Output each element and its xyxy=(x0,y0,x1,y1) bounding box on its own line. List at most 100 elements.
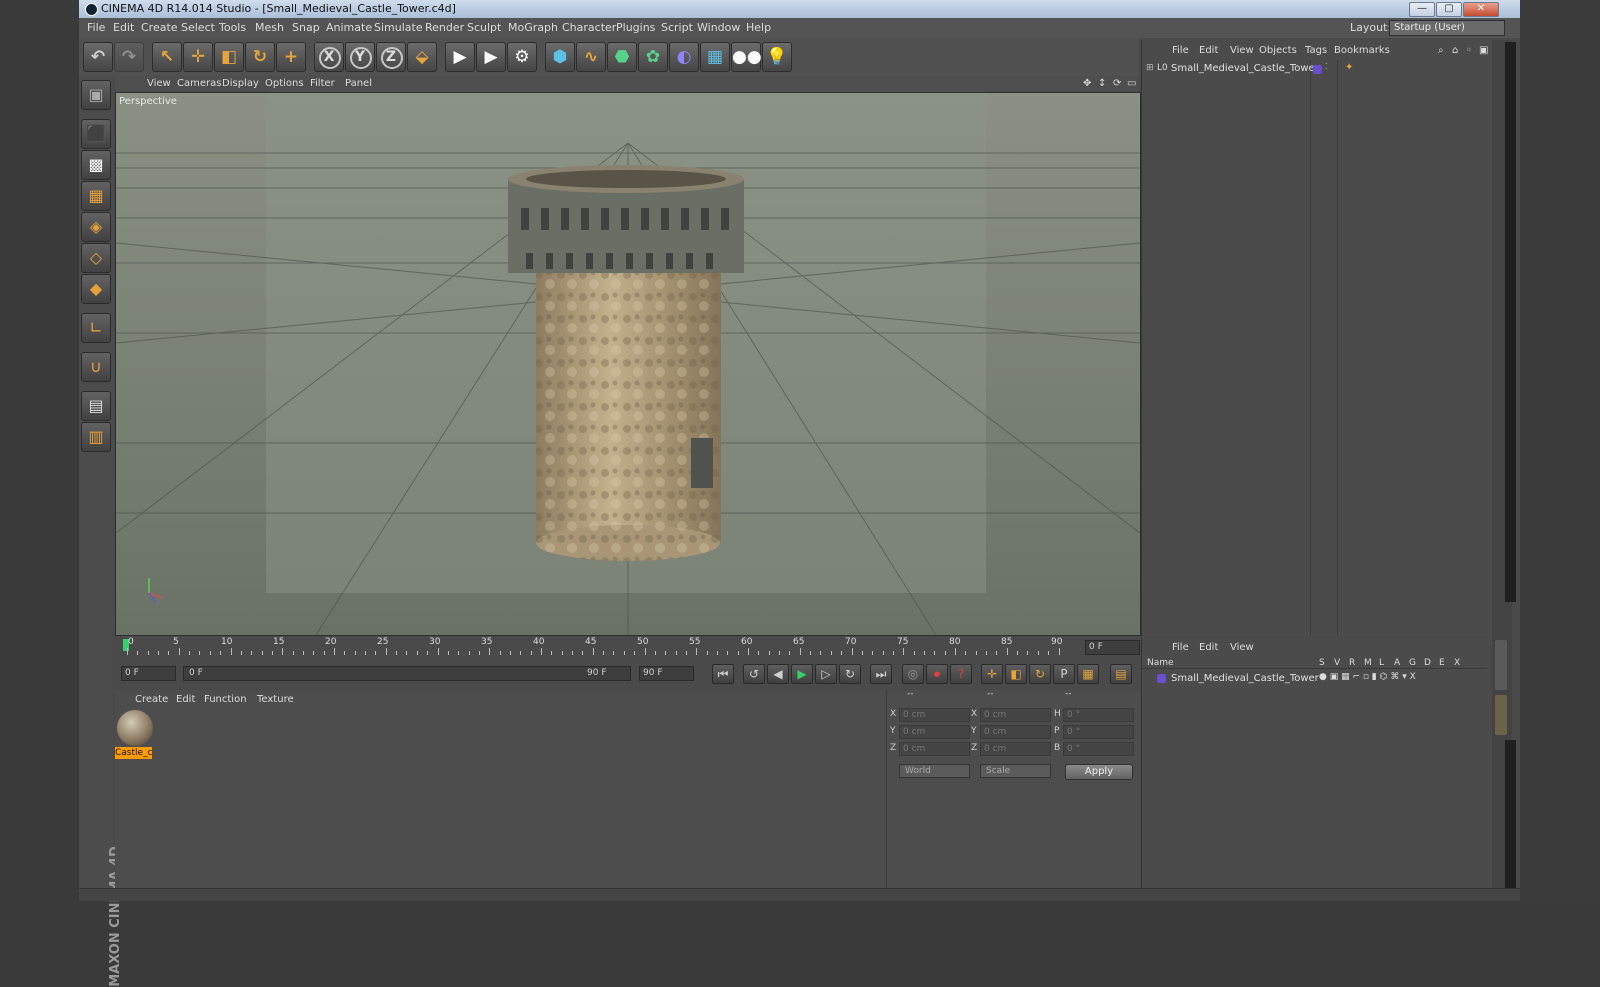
layer-row[interactable]: Small_Medieval_Castle_Tower ● ▣ ▦ ⌐ ▫ ▮ … xyxy=(1147,672,1487,686)
deformer-icon[interactable]: ◐ xyxy=(669,42,699,72)
menu-file[interactable]: File xyxy=(87,21,105,34)
viewport-move-icon[interactable]: ✥ xyxy=(1083,78,1091,89)
key-rotation-icon[interactable]: ↻ xyxy=(1029,664,1051,684)
edit-render-settings-icon[interactable]: ⚙ xyxy=(507,42,537,72)
size-y-field[interactable]: 0 cm xyxy=(980,725,1051,739)
rotate-icon[interactable]: ↻ xyxy=(245,42,275,72)
timeline-window-icon[interactable]: ▤ xyxy=(1110,664,1132,684)
material-menu-create[interactable]: Create xyxy=(135,694,168,705)
expand-icon[interactable]: ⊞ xyxy=(1146,63,1154,73)
home-icon[interactable]: ⌂ xyxy=(1452,45,1458,56)
points-mode-icon[interactable]: ◈ xyxy=(81,212,111,242)
axis-mode-icon[interactable]: ∟ xyxy=(81,313,111,343)
redo-icon[interactable]: ↷ xyxy=(114,42,144,72)
polygons-mode-icon[interactable]: ◆ xyxy=(81,274,111,304)
column-xref[interactable]: X xyxy=(1454,658,1460,668)
om-menu-file[interactable]: File xyxy=(1172,45,1189,56)
rotation-h-field[interactable]: 0 ° xyxy=(1063,708,1134,722)
render-view-icon[interactable]: ▶ xyxy=(445,42,475,72)
column-generators[interactable]: G xyxy=(1409,658,1416,668)
position-y-field[interactable]: 0 cm xyxy=(899,725,970,739)
menu-snap[interactable]: Snap xyxy=(292,21,320,34)
coordinate-mode-select[interactable]: World xyxy=(899,764,970,778)
material-menu-function[interactable]: Function xyxy=(204,694,247,705)
key-scale-icon[interactable]: ◧ xyxy=(1005,664,1027,684)
menu-create[interactable]: Create xyxy=(141,21,178,34)
column-deformers[interactable]: D xyxy=(1424,658,1431,668)
menu-mograph[interactable]: MoGraph xyxy=(508,21,558,34)
column-animation[interactable]: A xyxy=(1394,658,1400,668)
attributes-tab[interactable] xyxy=(1495,640,1507,690)
size-x-field[interactable]: 0 cm xyxy=(980,708,1051,722)
scale-mode-select[interactable]: Scale xyxy=(980,764,1051,778)
workplane-mode-icon[interactable]: ▦ xyxy=(81,181,111,211)
viewport-zoom-icon[interactable]: ↕ xyxy=(1098,78,1106,89)
coordinate-system-icon[interactable]: ⬙ xyxy=(407,42,437,72)
camera-icon[interactable]: ●● xyxy=(731,42,762,72)
play-icon[interactable]: ▶ xyxy=(791,664,813,684)
cube-icon[interactable]: ⬢ xyxy=(545,42,575,72)
previous-frame-icon[interactable]: ◀ xyxy=(767,664,789,684)
move-icon[interactable]: ✛ xyxy=(183,42,213,72)
go-to-end-icon[interactable]: ⏭ xyxy=(870,664,892,684)
planar-workplane-icon[interactable]: ▥ xyxy=(81,422,111,452)
menu-edit[interactable]: Edit xyxy=(113,21,134,34)
menu-render[interactable]: Render xyxy=(425,21,464,34)
snapping-icon[interactable]: ∪ xyxy=(81,352,111,382)
apply-button[interactable]: Apply xyxy=(1065,764,1133,780)
lm-menu-edit[interactable]: Edit xyxy=(1199,642,1218,653)
om-menu-bookmarks[interactable]: Bookmarks xyxy=(1334,45,1390,56)
menu-help[interactable]: Help xyxy=(746,21,771,34)
nurbs-icon[interactable]: ⬣ xyxy=(607,42,637,72)
lm-menu-file[interactable]: File xyxy=(1172,642,1189,653)
light-icon[interactable]: 💡 xyxy=(762,42,792,72)
om-menu-edit[interactable]: Edit xyxy=(1199,45,1218,56)
undo-icon[interactable]: ↶ xyxy=(83,42,113,72)
record-active-icon[interactable]: ◎ xyxy=(902,664,924,684)
vertical-scrollbar[interactable] xyxy=(1505,42,1516,602)
menu-sculpt[interactable]: Sculpt xyxy=(467,21,501,34)
x-axis-icon[interactable]: X xyxy=(314,42,344,72)
viewport-rotate-icon[interactable]: ⟳ xyxy=(1113,78,1121,89)
menu-script[interactable]: Script xyxy=(661,21,693,34)
texture-tag-icon[interactable]: ✦ xyxy=(1345,62,1353,73)
layer-color-icon[interactable] xyxy=(1157,674,1166,683)
end-frame-field[interactable]: 90 F xyxy=(639,666,694,681)
column-locked[interactable]: L xyxy=(1379,658,1384,668)
vertical-scrollbar-lower[interactable] xyxy=(1505,740,1516,890)
spline-icon[interactable]: ∿ xyxy=(576,42,606,72)
column-expressions[interactable]: E xyxy=(1439,658,1445,668)
rotation-b-field[interactable]: 0 ° xyxy=(1063,742,1134,756)
model-mode-icon[interactable]: ⬛ xyxy=(81,119,111,149)
viewport-menu-display[interactable]: Display xyxy=(222,78,259,89)
viewport-menu-cameras[interactable]: Cameras xyxy=(177,78,221,89)
go-to-start-icon[interactable]: ⏮ xyxy=(712,664,734,684)
render-picture-icon[interactable]: ▶ xyxy=(476,42,506,72)
autokey-icon[interactable]: ⏺ xyxy=(926,664,948,684)
array-icon[interactable]: ✿ xyxy=(638,42,668,72)
search-icon[interactable]: ⌕ xyxy=(1438,45,1444,56)
viewport-maximize-icon[interactable]: ▭ xyxy=(1127,78,1136,89)
viewport-menu-view[interactable]: View xyxy=(147,78,171,89)
add-icon[interactable]: + xyxy=(276,42,306,72)
next-key-icon[interactable]: ↻ xyxy=(839,664,861,684)
position-x-field[interactable]: 0 cm xyxy=(899,708,970,722)
previous-key-icon[interactable]: ↺ xyxy=(743,664,765,684)
layer-name[interactable]: Small_Medieval_Castle_Tower xyxy=(1171,673,1319,684)
menu-window[interactable]: Window xyxy=(697,21,740,34)
visibility-dots-icon[interactable]: ⁚ xyxy=(1325,62,1328,71)
material-menu-edit[interactable]: Edit xyxy=(176,694,195,705)
viewport-perspective[interactable]: Perspective xyxy=(115,92,1141,636)
om-menu-objects[interactable]: Objects xyxy=(1259,45,1297,56)
lm-menu-view[interactable]: View xyxy=(1230,642,1254,653)
z-axis-icon[interactable]: Z xyxy=(376,42,406,72)
position-z-field[interactable]: 0 cm xyxy=(899,742,970,756)
key-position-icon[interactable]: ✛ xyxy=(981,664,1003,684)
column-manager[interactable]: M xyxy=(1364,658,1372,668)
live-select-icon[interactable]: ↖ xyxy=(152,42,182,72)
locked-workplane-icon[interactable]: ▤ xyxy=(81,391,111,421)
menu-animate[interactable]: Animate xyxy=(326,21,372,34)
menu-tools[interactable]: Tools xyxy=(219,21,246,34)
material-name[interactable]: Castle_c xyxy=(115,747,153,759)
next-frame-icon[interactable]: ▷ xyxy=(815,664,837,684)
